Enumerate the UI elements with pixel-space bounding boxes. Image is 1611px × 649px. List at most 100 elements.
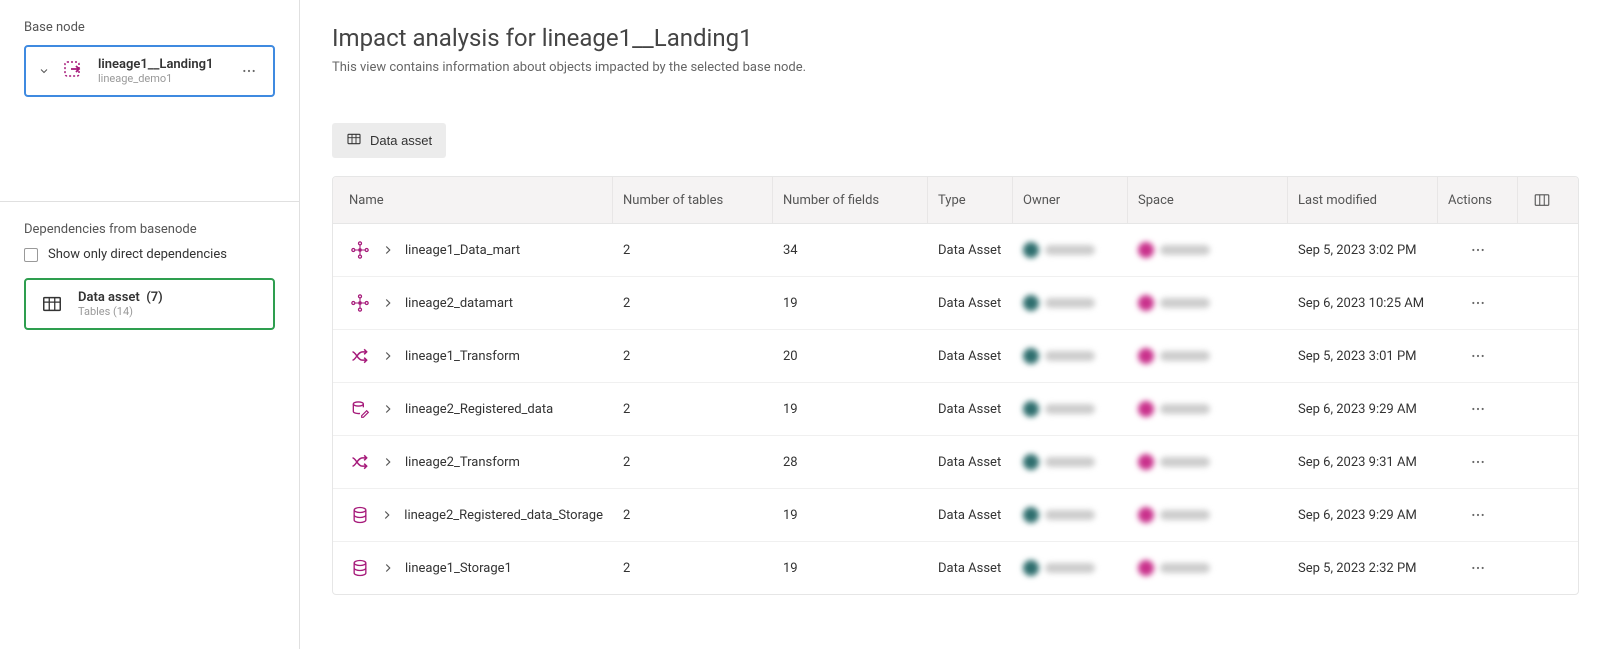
row-type: Data Asset — [928, 330, 1013, 382]
row-modified: Sep 6, 2023 9:29 AM — [1288, 383, 1438, 435]
row-modified: Sep 6, 2023 9:31 AM — [1288, 436, 1438, 488]
table-icon — [346, 131, 362, 150]
table-icon — [38, 290, 66, 318]
data-asset-card[interactable]: Data asset (7) Tables (14) — [24, 278, 275, 330]
expand-row-button[interactable] — [381, 243, 395, 257]
row-space — [1128, 383, 1288, 435]
row-owner — [1013, 383, 1128, 435]
data-asset-pill[interactable]: Data asset — [332, 123, 446, 158]
col-type[interactable]: Type — [928, 177, 1013, 223]
row-space — [1128, 436, 1288, 488]
row-space — [1128, 277, 1288, 329]
row-tables: 2 — [613, 489, 773, 541]
row-name: lineage1_Data_mart — [405, 243, 520, 258]
base-node-label: Base node — [24, 20, 275, 35]
row-actions-button[interactable] — [1466, 450, 1490, 474]
row-type: Data Asset — [928, 224, 1013, 276]
row-name: lineage2_Transform — [405, 455, 520, 470]
chevron-down-icon[interactable] — [38, 65, 50, 77]
row-type: Data Asset — [928, 489, 1013, 541]
row-type: Data Asset — [928, 542, 1013, 594]
col-actions: Actions — [1438, 177, 1518, 223]
expand-row-button[interactable] — [381, 349, 395, 363]
expand-row-button[interactable] — [381, 296, 395, 310]
row-actions-button[interactable] — [1466, 238, 1490, 262]
col-owner[interactable]: Owner — [1013, 177, 1128, 223]
show-direct-row[interactable]: Show only direct dependencies — [24, 247, 275, 262]
dep-subtitle: Tables (14) — [78, 305, 261, 318]
db-icon — [349, 557, 371, 579]
row-actions-button[interactable] — [1466, 556, 1490, 580]
row-fields: 19 — [773, 489, 928, 541]
row-fields: 19 — [773, 277, 928, 329]
expand-row-button[interactable] — [381, 455, 395, 469]
row-tables: 2 — [613, 383, 773, 435]
row-tables: 2 — [613, 330, 773, 382]
col-modified[interactable]: Last modified — [1288, 177, 1438, 223]
column-settings-button[interactable] — [1518, 177, 1566, 223]
divider — [0, 201, 299, 202]
row-type: Data Asset — [928, 436, 1013, 488]
row-name: lineage2_datamart — [405, 296, 513, 311]
row-modified: Sep 5, 2023 3:02 PM — [1288, 224, 1438, 276]
row-actions-button[interactable] — [1466, 344, 1490, 368]
table-row[interactable]: lineage2_Registered_data 2 19 Data Asset… — [333, 383, 1578, 436]
row-modified: Sep 6, 2023 10:25 AM — [1288, 277, 1438, 329]
row-owner — [1013, 330, 1128, 382]
more-button[interactable] — [237, 59, 261, 83]
row-name: lineage1_Storage1 — [405, 561, 512, 576]
row-name: lineage2_Registered_data_Storage — [404, 508, 603, 523]
row-fields: 19 — [773, 383, 928, 435]
row-tables: 2 — [613, 542, 773, 594]
dependencies-label: Dependencies from basenode — [24, 222, 275, 237]
base-node-text: lineage1__Landing1 lineage_demo1 — [98, 57, 227, 85]
db-icon — [349, 504, 370, 526]
row-name: lineage1_Transform — [405, 349, 520, 364]
row-owner — [1013, 489, 1128, 541]
base-node-subtitle: lineage_demo1 — [98, 72, 227, 85]
network-icon — [349, 292, 371, 314]
show-direct-label: Show only direct dependencies — [48, 247, 227, 262]
show-direct-checkbox[interactable] — [24, 248, 38, 262]
row-owner — [1013, 224, 1128, 276]
base-node-card[interactable]: lineage1__Landing1 lineage_demo1 — [24, 45, 275, 97]
row-space — [1128, 330, 1288, 382]
expand-row-button[interactable] — [381, 561, 395, 575]
table-row[interactable]: lineage2_Transform 2 28 Data Asset Sep 6… — [333, 436, 1578, 489]
row-tables: 2 — [613, 277, 773, 329]
page-subtitle: This view contains information about obj… — [332, 60, 1579, 75]
row-tables: 2 — [613, 436, 773, 488]
row-tables: 2 — [613, 224, 773, 276]
col-fields[interactable]: Number of fields — [773, 177, 928, 223]
row-modified: Sep 6, 2023 9:29 AM — [1288, 489, 1438, 541]
table-row[interactable]: lineage2_datamart 2 19 Data Asset Sep 6,… — [333, 277, 1578, 330]
row-fields: 20 — [773, 330, 928, 382]
table-row[interactable]: lineage1_Data_mart 2 34 Data Asset Sep 5… — [333, 224, 1578, 277]
shuffle-icon — [349, 451, 371, 473]
row-fields: 34 — [773, 224, 928, 276]
sidebar: Base node lineage1__Landing1 lineage_dem… — [0, 0, 300, 649]
table-header: Name Number of tables Number of fields T… — [333, 177, 1578, 224]
col-space[interactable]: Space — [1128, 177, 1288, 223]
dep-title: Data asset (7) — [78, 290, 261, 305]
row-owner — [1013, 277, 1128, 329]
row-actions-button[interactable] — [1466, 503, 1490, 527]
row-actions-button[interactable] — [1466, 397, 1490, 421]
expand-row-button[interactable] — [380, 508, 394, 522]
table-row[interactable]: lineage1_Storage1 2 19 Data Asset Sep 5,… — [333, 542, 1578, 594]
page-title: Impact analysis for lineage1__Landing1 — [332, 24, 1579, 52]
row-fields: 19 — [773, 542, 928, 594]
table-row[interactable]: lineage1_Transform 2 20 Data Asset Sep 5… — [333, 330, 1578, 383]
col-name[interactable]: Name — [333, 177, 613, 223]
row-actions-button[interactable] — [1466, 291, 1490, 315]
row-type: Data Asset — [928, 383, 1013, 435]
row-modified: Sep 5, 2023 2:32 PM — [1288, 542, 1438, 594]
table-row[interactable]: lineage2_Registered_data_Storage 2 19 Da… — [333, 489, 1578, 542]
base-node-title: lineage1__Landing1 — [98, 57, 227, 72]
shuffle-icon — [349, 345, 371, 367]
col-tables[interactable]: Number of tables — [613, 177, 773, 223]
expand-row-button[interactable] — [381, 402, 395, 416]
row-space — [1128, 489, 1288, 541]
row-modified: Sep 5, 2023 3:01 PM — [1288, 330, 1438, 382]
row-owner — [1013, 436, 1128, 488]
